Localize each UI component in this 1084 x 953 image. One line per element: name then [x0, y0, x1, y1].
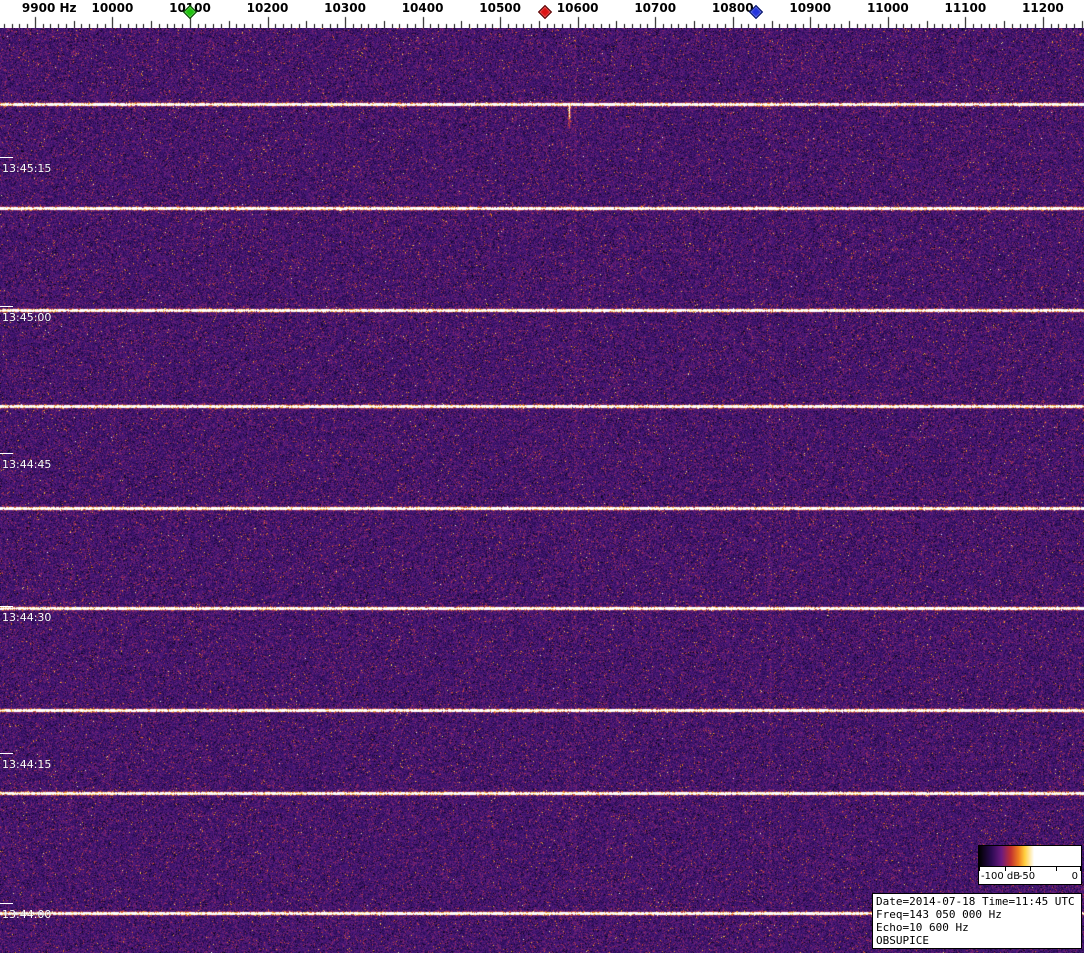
ruler-label-10800: 10800	[711, 1, 754, 15]
info-line-freq: Freq=143 050 000 Hz	[876, 908, 1002, 921]
time-label: 13:45:00	[2, 311, 52, 324]
ruler-label-9900: 9900 Hz	[21, 1, 77, 15]
info-line-station: OBSUPICE	[876, 934, 929, 947]
time-label: 13:44:00	[2, 908, 52, 921]
ruler-label-11200: 11200	[1022, 1, 1064, 15]
frequency-ruler[interactable]: 9900 Hz100001010010200103001040010500106…	[0, 0, 1084, 28]
time-tick	[0, 753, 13, 754]
ruler-label-10500: 10500	[479, 1, 521, 15]
time-label: 13:44:15	[2, 758, 52, 771]
time-label: 13:44:30	[2, 611, 52, 624]
ruler-label-10300: 10300	[324, 1, 366, 15]
spectrogram-canvas[interactable]	[0, 28, 1084, 953]
ruler-label-10400: 10400	[401, 1, 444, 15]
info-line-date: Date=2014-07-18 Time=11:45 UTC	[876, 895, 1075, 908]
time-tick	[0, 453, 13, 454]
ruler-label-11000: 11000	[866, 1, 909, 15]
time-tick	[0, 606, 13, 607]
time-label: 13:44:45	[2, 458, 52, 471]
colorbar-label-max: 0	[1071, 871, 1078, 882]
ruler-label-10200: 10200	[246, 1, 289, 15]
colorbar-label-mid: -50	[1018, 871, 1036, 882]
time-tick	[0, 157, 13, 158]
meteor-spectrogram-window: 9900 Hz100001010010200103001040010500106…	[0, 0, 1084, 953]
colorbar-gradient	[979, 846, 1081, 867]
ruler-label-11100: 11100	[944, 1, 987, 15]
spectrogram-area[interactable]: 13:45:15 13:45:00 13:44:45 13:44:30 13:44:15…	[0, 28, 1084, 953]
ruler-label-10700: 10700	[634, 1, 677, 15]
info-box: Date=2014-07-18 Time=11:45 UTC Freq=143 …	[872, 893, 1082, 949]
colorbar: -100 dB -50 0	[978, 845, 1082, 885]
colorbar-label-min: -100 dB	[981, 871, 1021, 882]
ruler-label-10900: 10900	[789, 1, 832, 15]
time-label: 13:45:15	[2, 162, 52, 175]
time-tick	[0, 306, 13, 307]
info-line-echo: Echo=10 600 Hz	[876, 921, 969, 934]
ruler-label-10000: 10000	[91, 1, 134, 15]
time-tick	[0, 903, 13, 904]
ruler-label-10600: 10600	[556, 1, 599, 15]
colorbar-labels: -100 dB -50 0	[979, 871, 1081, 884]
